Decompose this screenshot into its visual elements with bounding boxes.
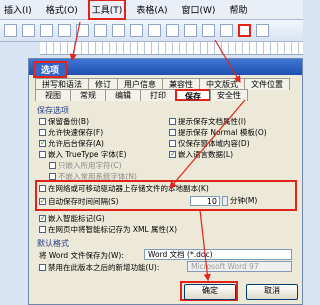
backup-checkbox[interactable] xyxy=(39,118,46,125)
save-as-select[interactable]: Word 文档 (*.doc) xyxy=(144,249,292,260)
embed-used-chars-checkbox[interactable] xyxy=(49,162,56,169)
no-system-fonts-checkbox[interactable] xyxy=(49,173,56,180)
autorecover-interval: 10 分钟(M) xyxy=(190,195,257,206)
menu-help[interactable]: 帮助 xyxy=(227,1,249,18)
toolbar-button[interactable] xyxy=(22,24,35,37)
xml-smart-tags-label: 在网页中将智能标记存为 XML 属性(X) xyxy=(48,225,178,234)
fast-save-checkbox[interactable] xyxy=(39,129,46,136)
tab-save[interactable]: 保存 xyxy=(175,89,211,101)
toolbar-button[interactable] xyxy=(40,24,53,37)
embed-used-chars-label: 只嵌入所用字符(C) xyxy=(58,161,122,170)
form-data-only-option[interactable]: 仅保存窗体域内容(D) xyxy=(169,138,250,149)
tab-file-locations[interactable]: 文件位置 xyxy=(244,78,290,90)
embed-language-data-label: 嵌入语言数据(L) xyxy=(178,150,234,159)
local-copy-label: 在网络或可移动驱动器上存储文件的本地副本(K) xyxy=(48,184,209,193)
ruler[interactable] xyxy=(40,42,303,55)
autorecover-option[interactable]: 自动保存时间间隔(S) xyxy=(39,196,119,207)
local-copy-option[interactable]: 在网络或可移动驱动器上存储文件的本地副本(K) xyxy=(39,183,209,194)
prompt-doc-properties-option[interactable]: 提示保存文档属性(I) xyxy=(169,116,246,127)
menu-table[interactable]: 表格(A) xyxy=(134,1,169,18)
disable-features-option[interactable]: 禁用在此版本之后的新增功能(U): xyxy=(39,262,159,273)
toolbar-button[interactable] xyxy=(202,24,215,37)
menu-bar: 插入(I) 格式(O) 工具(T) 表格(A) 窗口(W) 帮助 xyxy=(0,0,303,20)
embed-used-chars-option[interactable]: 只嵌入所用字符(C) xyxy=(49,160,122,171)
tab-print[interactable]: 打印 xyxy=(140,89,176,101)
background-save-option[interactable]: 允许后台保存(A) xyxy=(39,138,104,149)
ok-button[interactable]: 确定 xyxy=(184,284,236,300)
menu-insert[interactable]: 插入(I) xyxy=(2,1,34,18)
tab-security[interactable]: 安全性 xyxy=(210,89,248,101)
tab-edit[interactable]: 编辑 xyxy=(105,89,141,101)
background-save-label: 允许后台保存(A) xyxy=(48,139,104,148)
prompt-doc-properties-checkbox[interactable] xyxy=(169,118,176,125)
autorecover-minutes-input[interactable]: 10 xyxy=(190,195,220,206)
local-copy-checkbox[interactable] xyxy=(39,185,46,192)
toolbar xyxy=(0,20,303,42)
save-options-heading: 保存选项 xyxy=(37,106,69,115)
toolbar-button[interactable] xyxy=(148,24,161,37)
menu-window[interactable]: 窗口(W) xyxy=(180,1,218,18)
embed-truetype-checkbox[interactable] xyxy=(39,151,46,158)
toolbar-button[interactable] xyxy=(4,24,17,37)
toolbar-button[interactable] xyxy=(76,24,89,37)
smart-tags-checkbox[interactable] xyxy=(39,215,46,222)
dialog-title-bar[interactable]: 选项 xyxy=(29,59,302,78)
xml-smart-tags-checkbox[interactable] xyxy=(39,226,46,233)
toolbar-button[interactable] xyxy=(130,24,143,37)
autorecover-unit: 分钟(M) xyxy=(230,196,258,205)
toolbar-button[interactable] xyxy=(220,24,233,37)
dialog-title: 选项 xyxy=(33,61,68,78)
embed-language-data-checkbox[interactable] xyxy=(169,151,176,158)
disable-features-checkbox[interactable] xyxy=(39,264,46,271)
prompt-normal-template-checkbox[interactable] xyxy=(169,129,176,136)
disable-features-label: 禁用在此版本之后的新增功能(U): xyxy=(48,263,160,272)
options-dialog: 选项 拼写和语法 修订 用户信息 兼容性 中文版式 文件位置 视图 常规 编辑 … xyxy=(28,58,303,305)
toolbar-button[interactable] xyxy=(184,24,197,37)
prompt-normal-template-label: 提示保存 Normal 模板(O) xyxy=(178,128,267,137)
toolbar-button[interactable] xyxy=(256,24,269,37)
xml-smart-tags-option[interactable]: 在网页中将智能标记存为 XML 属性(X) xyxy=(39,224,177,235)
tab-row-bottom: 视图 常规 编辑 打印 保存 安全性 xyxy=(35,89,248,101)
embed-truetype-option[interactable]: 嵌入 TrueType 字体(E) xyxy=(39,149,127,160)
form-data-only-checkbox[interactable] xyxy=(169,140,176,147)
backup-option[interactable]: 保留备份(B) xyxy=(39,116,89,127)
prompt-doc-properties-label: 提示保存文档属性(I) xyxy=(178,117,247,126)
cancel-button[interactable]: 取消 xyxy=(246,284,298,300)
default-format-heading: 默认格式 xyxy=(37,239,69,248)
smart-tags-label: 嵌入智能标记(G) xyxy=(48,214,105,223)
disable-features-select[interactable]: Microsoft Word 97 xyxy=(187,261,292,272)
autorecover-label: 自动保存时间间隔(S) xyxy=(48,197,119,206)
menu-tools[interactable]: 工具(T) xyxy=(87,0,127,20)
toolbar-button[interactable] xyxy=(58,24,71,37)
toolbar-button[interactable] xyxy=(94,24,107,37)
menu-format[interactable]: 格式(O) xyxy=(44,1,80,18)
toolbar-button[interactable] xyxy=(112,24,125,37)
form-data-only-label: 仅保存窗体域内容(D) xyxy=(178,139,250,148)
smart-tags-option[interactable]: 嵌入智能标记(G) xyxy=(39,213,105,224)
toolbar-button-highlighted[interactable] xyxy=(238,24,251,37)
embed-language-data-option[interactable]: 嵌入语言数据(L) xyxy=(169,149,233,160)
embed-truetype-label: 嵌入 TrueType 字体(E) xyxy=(48,150,127,159)
background-save-checkbox[interactable] xyxy=(39,140,46,147)
fast-save-label: 允许快速保存(F) xyxy=(48,128,104,137)
autorecover-spinner[interactable] xyxy=(222,195,228,206)
autorecover-checkbox[interactable] xyxy=(39,198,46,205)
fast-save-option[interactable]: 允许快速保存(F) xyxy=(39,127,103,138)
backup-label: 保留备份(B) xyxy=(48,117,89,126)
tab-general[interactable]: 常规 xyxy=(70,89,106,101)
toolbar-button[interactable] xyxy=(166,24,179,37)
tab-view[interactable]: 视图 xyxy=(35,89,71,101)
save-as-label: 将 Word 文件保存为(W): xyxy=(39,251,124,260)
prompt-normal-template-option[interactable]: 提示保存 Normal 模板(O) xyxy=(169,127,267,138)
